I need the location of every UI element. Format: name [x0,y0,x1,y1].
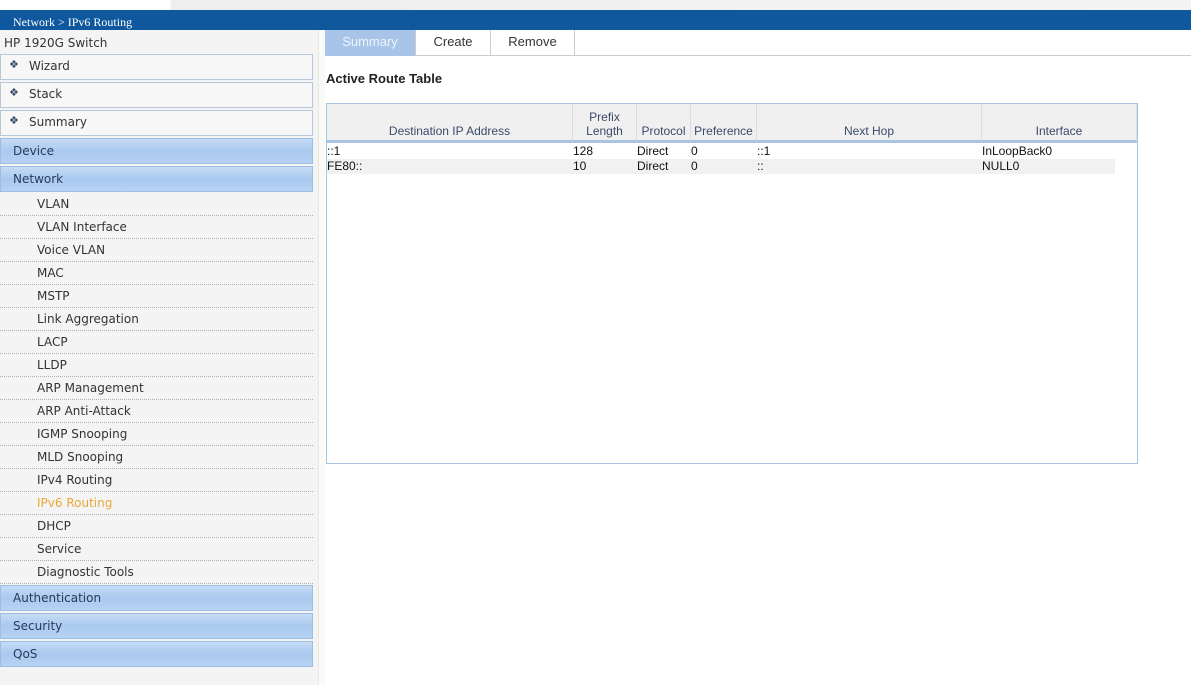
cell-destination: ::1 [327,144,341,158]
breadcrumb: Network > IPv6 Routing [0,10,1191,30]
sidebar-item-label: Wizard [29,59,70,73]
sidebar-item-stack[interactable]: ❖ Stack [0,82,313,108]
cell-destination: FE80:: [327,159,363,173]
sidebar-item-vlan[interactable]: VLAN [0,193,313,216]
cell-protocol: Direct [637,144,669,158]
sidebar-category-device[interactable]: Device [0,138,313,164]
diamond-bullet-icon: ❖ [9,114,19,127]
tab-create[interactable]: Create [416,30,491,56]
column-header-prefix-length[interactable]: Prefix Length [573,104,637,143]
window-top-strip [0,0,1191,10]
tab-summary[interactable]: Summary [325,30,416,56]
sidebar-item-ipv4-routing[interactable]: IPv4 Routing [0,469,313,492]
sidebar-category-security[interactable]: Security [0,613,313,639]
sidebar-item-arp-anti-attack[interactable]: ARP Anti-Attack [0,400,313,423]
column-header-destination[interactable]: Destination IP Address [327,104,573,143]
sidebar-item-igmp-snooping[interactable]: IGMP Snooping [0,423,313,446]
sidebar-item-ipv6-routing[interactable]: IPv6 Routing [0,492,313,515]
column-header-preference[interactable]: Preference [691,104,757,143]
sidebar-item-diagnostic-tools[interactable]: Diagnostic Tools [0,561,313,584]
sidebar-item-mld-snooping[interactable]: MLD Snooping [0,446,313,469]
column-header-protocol[interactable]: Protocol [637,104,691,143]
sidebar-item-mac[interactable]: MAC [0,262,313,285]
tab-bar: Summary Create Remove [325,30,1191,56]
table-row[interactable]: FE80:: 10 Direct 0:: NULL0 [327,159,1115,174]
sidebar-item-service[interactable]: Service [0,538,313,561]
sidebar-item-link-aggregation[interactable]: Link Aggregation [0,308,313,331]
sidebar-splitter[interactable] [318,30,325,685]
sidebar-category-qos[interactable]: QoS [0,641,313,667]
sidebar-category-authentication[interactable]: Authentication [0,585,313,611]
column-header-interface[interactable]: Interface [982,104,1137,143]
cell-preference: 0 [691,159,698,173]
sidebar-category-network[interactable]: Network [0,166,313,192]
diamond-bullet-icon: ❖ [9,86,19,99]
sidebar-item-vlan-interface[interactable]: VLAN Interface [0,216,313,239]
cell-next-hop: :: [757,159,764,173]
device-name: HP 1920G Switch [4,36,108,50]
section-title: Active Route Table [326,71,443,86]
tab-remove[interactable]: Remove [491,30,575,56]
cell-protocol: Direct [637,159,669,173]
table-row[interactable]: ::1 128 Direct 0::1 InLoopBack0 [327,144,1115,159]
sidebar-item-voice-vlan[interactable]: Voice VLAN [0,239,313,262]
sidebar-item-wizard[interactable]: ❖ Wizard [0,54,313,80]
sidebar-item-arp-management[interactable]: ARP Management [0,377,313,400]
sidebar-item-mstp[interactable]: MSTP [0,285,313,308]
sidebar-item-lacp[interactable]: LACP [0,331,313,354]
sidebar: HP 1920G Switch ❖ Wizard ❖ Stack ❖ Summary Devi… [0,30,318,685]
diamond-bullet-icon: ❖ [9,58,19,71]
cell-preference: 0 [691,144,698,158]
sidebar-item-label: Summary [29,115,87,129]
route-table: Destination IP Address Prefix Length Proto… [326,103,1138,464]
sidebar-item-label: Stack [29,87,63,101]
cell-prefix-length: 10 [573,159,587,173]
cell-interface: InLoopBack0 [982,144,1053,158]
cell-interface: NULL0 [982,159,1020,173]
sidebar-item-summary[interactable]: ❖ Summary [0,110,313,136]
sidebar-item-lldp[interactable]: LLDP [0,354,313,377]
column-header-next-hop[interactable]: Next Hop [757,104,982,143]
sidebar-item-dhcp[interactable]: DHCP [0,515,313,538]
cell-prefix-length: 128 [573,144,594,158]
cell-next-hop: ::1 [757,144,771,158]
